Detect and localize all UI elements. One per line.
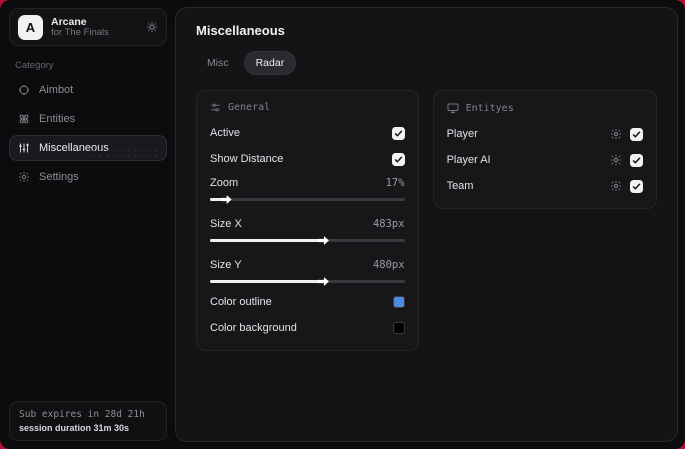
size-x-value: 483px: [372, 218, 405, 230]
zoom-value: 17%: [385, 177, 405, 189]
color-row-background: Color background: [210, 317, 405, 339]
subscription-card: Sub expires in 28d 21h session duration …: [9, 401, 167, 441]
session-duration-text: session duration 31m 30s: [19, 423, 130, 433]
show-distance-checkbox[interactable]: [391, 152, 405, 166]
slider-label: Size X: [210, 218, 242, 230]
entity-row-team: Team: [447, 175, 643, 197]
sidebar-item-miscellaneous[interactable]: Miscellaneous: [9, 135, 167, 161]
general-card: General Active Show Distance Zoom 17% Si…: [196, 90, 419, 351]
sidebar-item-label: Settings: [39, 171, 79, 183]
entity-label: Player AI: [446, 154, 491, 166]
sub-expires-text: Sub expires in 28d 21h: [19, 409, 145, 420]
slider-label: Size Y: [210, 259, 242, 271]
sidebar-item-label: Entities: [39, 113, 76, 125]
sidebar-item-aimbot[interactable]: Aimbot: [9, 77, 167, 103]
entity-row-player-ai: Player AI: [447, 149, 643, 171]
zoom-slider-group: Zoom 17%: [210, 174, 405, 204]
gear-icon: [18, 171, 30, 183]
toggle-label: Show Distance: [210, 153, 284, 165]
entities-header-label: Entityes: [465, 102, 514, 114]
brand-title: Arcane: [51, 15, 87, 28]
entity-label: Player: [446, 128, 478, 140]
entity-row-player: Player: [447, 123, 643, 145]
entities-card: Entityes Player Player AI Team: [432, 90, 657, 209]
brand-text: Arcane for The Finals: [51, 16, 138, 39]
dots-decoration: [90, 148, 160, 158]
sidebar-item-entities[interactable]: Entities: [9, 106, 167, 132]
toggle-row-active: Active: [210, 122, 405, 144]
category-label: Category: [15, 60, 54, 71]
tab-misc[interactable]: Misc: [196, 52, 240, 74]
app-window: A Arcane for The Finals Category Aimbot: [0, 0, 685, 449]
tab-bar: Misc Radar: [196, 51, 657, 75]
brand-card: A Arcane for The Finals: [9, 8, 167, 46]
entities-card-header: Entityes: [447, 102, 643, 114]
size-y-slider-group: Size Y 480px: [210, 256, 405, 286]
general-header-label: General: [228, 102, 271, 113]
panels-row: General Active Show Distance Zoom 17% Si…: [196, 90, 657, 351]
toggle-label: Active: [210, 127, 240, 139]
toggle-row-show-distance: Show Distance: [210, 148, 405, 170]
monitor-icon: [447, 102, 459, 114]
atom-icon: [18, 113, 30, 125]
brand-subtitle: for The Finals: [51, 26, 109, 38]
sliders-horizontal-icon: [210, 102, 221, 113]
color-outline-swatch[interactable]: [392, 296, 405, 308]
size-y-value: 480px: [372, 259, 405, 271]
team-checkbox[interactable]: [630, 179, 643, 193]
gear-icon[interactable]: [146, 21, 158, 33]
color-row-outline: Color outline: [210, 291, 405, 313]
player-ai-checkbox[interactable]: [630, 153, 643, 167]
slider-label: Zoom: [210, 177, 239, 189]
color-label: Color outline: [210, 296, 272, 308]
sliders-vertical-icon: [18, 142, 30, 154]
player-checkbox[interactable]: [630, 127, 643, 141]
active-checkbox[interactable]: [391, 126, 405, 140]
size-y-slider[interactable]: [210, 277, 405, 286]
sidebar-item-label: Aimbot: [39, 84, 74, 96]
main-panel: Miscellaneous Misc Radar General Active …: [175, 7, 678, 442]
gear-icon[interactable]: [610, 180, 622, 192]
brand-logo: A: [18, 14, 43, 40]
slider-thumb[interactable]: [317, 236, 329, 245]
size-x-slider-group: Size X 483px: [210, 215, 405, 245]
gear-icon[interactable]: [610, 128, 622, 140]
color-label: Color background: [210, 322, 297, 334]
crosshair-icon: [18, 84, 30, 96]
zoom-slider[interactable]: [210, 195, 405, 204]
color-background-swatch[interactable]: [392, 322, 405, 334]
gear-icon[interactable]: [610, 154, 622, 166]
entity-label: Team: [446, 180, 474, 192]
tab-radar[interactable]: Radar: [243, 51, 297, 75]
sidebar-item-settings[interactable]: Settings: [9, 164, 167, 190]
page-title: Miscellaneous: [196, 23, 285, 38]
slider-thumb[interactable]: [317, 277, 329, 286]
sidebar: A Arcane for The Finals Category Aimbot: [0, 0, 175, 449]
slider-fill: [210, 239, 321, 242]
slider-fill: [210, 280, 321, 283]
size-x-slider[interactable]: [210, 236, 405, 245]
general-card-header: General: [210, 102, 405, 113]
slider-thumb[interactable]: [220, 195, 232, 204]
